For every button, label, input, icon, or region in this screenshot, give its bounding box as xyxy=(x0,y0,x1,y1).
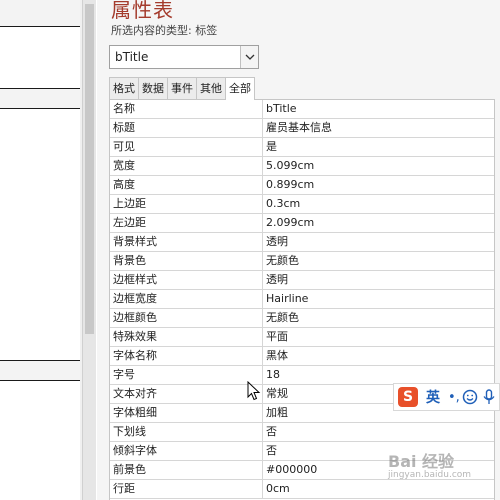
property-row[interactable]: 名称 bTitle xyxy=(110,100,494,119)
property-name: 行距 xyxy=(110,480,263,498)
property-row[interactable]: 下划线否 xyxy=(110,423,494,442)
property-row[interactable]: 上边距 0.3cm xyxy=(110,195,494,214)
chevron-down-icon[interactable] xyxy=(240,46,258,68)
property-row[interactable]: 边框宽度 Hairline xyxy=(110,290,494,309)
property-row[interactable]: 字体名称 黑体 xyxy=(110,347,494,366)
property-value[interactable]: bTitle xyxy=(266,100,297,118)
property-name: 字体粗细 xyxy=(110,404,263,422)
property-name: 标题 xyxy=(110,119,263,137)
property-name: 高度 xyxy=(110,176,263,194)
designer-section-header xyxy=(0,360,80,380)
property-name: 上边距 xyxy=(110,195,263,213)
property-row[interactable]: 可见是 xyxy=(110,138,494,157)
ime-toolbar[interactable]: S 英 •, xyxy=(393,383,500,411)
property-value[interactable]: 18 xyxy=(266,366,280,384)
section-divider xyxy=(0,26,80,27)
property-value[interactable]: 常规 xyxy=(266,385,288,403)
tab-other[interactable]: 其他 xyxy=(196,77,226,99)
property-value[interactable]: 黑体 xyxy=(266,347,288,365)
designer-canvas[interactable] xyxy=(0,0,80,500)
object-selector-combo[interactable]: bTitle xyxy=(109,45,259,69)
property-name: 特殊效果 xyxy=(110,328,263,346)
section-divider xyxy=(0,88,80,89)
form-designer-area xyxy=(0,0,82,500)
property-row[interactable]: 高度 0.899cm xyxy=(110,176,494,195)
property-value[interactable]: 5.099cm xyxy=(266,157,314,175)
property-name: 左边距 xyxy=(110,214,263,232)
ime-logo-icon[interactable]: S xyxy=(398,387,418,407)
property-row[interactable]: 左边距 2.099cm xyxy=(110,214,494,233)
property-tabs: 格式 数据 事件 其他 全部 xyxy=(109,77,255,100)
property-value[interactable]: 0.3cm xyxy=(266,195,300,213)
property-name: 背景色 xyxy=(110,252,263,270)
property-name: 背景样式 xyxy=(110,233,263,251)
vertical-scrollbar[interactable] xyxy=(82,0,96,500)
property-value[interactable]: 否 xyxy=(266,442,277,460)
property-name: 边框样式 xyxy=(110,271,263,289)
property-row[interactable]: 边框颜色 无颜色 xyxy=(110,309,494,328)
watermark-main: Bai 经验 xyxy=(388,452,455,471)
property-name: 倾斜字体 xyxy=(110,442,263,460)
property-value[interactable]: 平面 xyxy=(266,328,288,346)
ime-punctuation-toggle[interactable]: •, xyxy=(448,390,460,405)
property-name: 宽度 xyxy=(110,157,263,175)
property-value[interactable]: 0.899cm xyxy=(266,176,314,194)
microphone-icon[interactable] xyxy=(482,389,496,405)
section-divider xyxy=(0,380,80,381)
property-value[interactable]: Hairline xyxy=(266,290,308,308)
tab-format[interactable]: 格式 xyxy=(109,77,139,99)
property-value[interactable]: #000000 xyxy=(266,461,317,479)
property-name: 字体名称 xyxy=(110,347,263,365)
property-sheet: 属性表 所选内容的类型: 标签 bTitle 格式 数据 事件 其他 全部 名称… xyxy=(97,0,500,500)
object-selector-value: bTitle xyxy=(115,50,149,64)
property-value[interactable]: 无颜色 xyxy=(266,309,299,327)
property-value[interactable]: 是 xyxy=(266,138,277,156)
property-name: 文本对齐 xyxy=(110,385,263,403)
designer-section-header xyxy=(0,0,80,26)
property-value[interactable]: 加粗 xyxy=(266,404,288,422)
tab-all[interactable]: 全部 xyxy=(225,77,255,100)
watermark: Bai 经验 jingyan.baidu.com xyxy=(388,448,471,480)
property-row[interactable]: 背景色 无颜色 xyxy=(110,252,494,271)
property-value[interactable]: 否 xyxy=(266,423,277,441)
property-row[interactable]: 背景样式 透明 xyxy=(110,233,494,252)
property-row[interactable]: 行距 0cm xyxy=(110,480,494,499)
tab-event[interactable]: 事件 xyxy=(167,77,197,99)
property-value[interactable]: 雇员基本信息 xyxy=(266,119,332,137)
tab-data[interactable]: 数据 xyxy=(138,77,168,99)
emoji-icon[interactable] xyxy=(462,389,478,405)
property-name: 边框颜色 xyxy=(110,309,263,327)
property-name: 名称 xyxy=(110,100,263,118)
property-value[interactable]: 2.099cm xyxy=(266,214,314,232)
property-name: 可见 xyxy=(110,138,263,156)
property-value[interactable]: 透明 xyxy=(266,271,288,289)
property-value[interactable]: 无颜色 xyxy=(266,252,299,270)
property-value[interactable]: 0cm xyxy=(266,480,290,498)
property-name: 字号 xyxy=(110,366,263,384)
section-divider xyxy=(0,360,80,361)
property-value[interactable]: 透明 xyxy=(266,233,288,251)
section-divider xyxy=(0,108,80,109)
mouse-cursor-icon xyxy=(247,381,261,401)
property-grid: 名称 bTitle 标题 雇员基本信息 可见是 宽度 5.099cm 高度 0.899c… xyxy=(109,99,495,500)
property-row[interactable]: 宽度 5.099cm xyxy=(110,157,494,176)
scrollbar-thumb[interactable] xyxy=(85,4,94,334)
watermark-sub: jingyan.baidu.com xyxy=(388,470,472,480)
property-row[interactable]: 特殊效果 平面 xyxy=(110,328,494,347)
property-row[interactable]: 边框样式 透明 xyxy=(110,271,494,290)
property-sheet-title: 属性表 xyxy=(111,0,174,22)
selection-type-label: 所选内容的类型: 标签 xyxy=(111,24,218,37)
property-row[interactable]: 标题 雇员基本信息 xyxy=(110,119,494,138)
property-name: 下划线 xyxy=(110,423,263,441)
property-name: 前景色 xyxy=(110,461,263,479)
property-name: 边框宽度 xyxy=(110,290,263,308)
ime-language-toggle[interactable]: 英 xyxy=(426,387,440,407)
designer-section-header xyxy=(0,88,80,108)
